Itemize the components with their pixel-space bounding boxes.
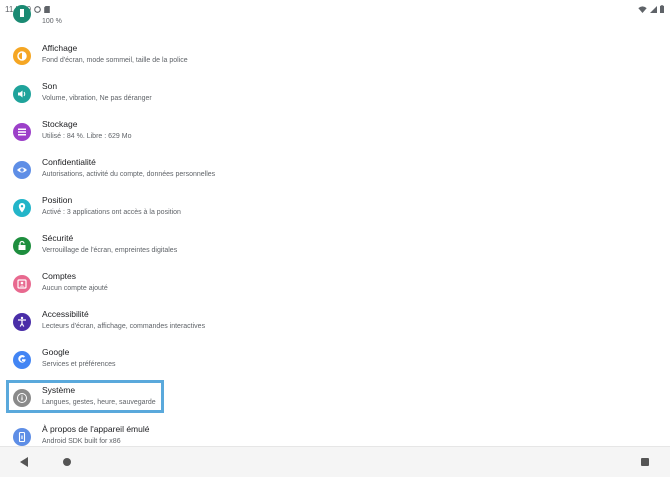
brightness-icon [13,47,31,65]
eye-icon [13,161,31,179]
settings-item-subtitle: Autorisations, activité du compte, donné… [42,171,216,178]
settings-item-title: Confidentialité [42,157,96,167]
settings-item-subtitle: Android SDK built for x86 [42,438,121,445]
accessibility-icon [13,313,31,331]
settings-item-affichage[interactable]: Affichage Fond d'écran, mode sommeil, ta… [0,37,670,75]
settings-item-comptes[interactable]: Comptes Aucun compte ajouté [0,265,670,303]
recents-icon[interactable] [641,458,649,466]
settings-item-subtitle: Activé : 3 applications ont accès à la p… [42,209,181,216]
lock-icon [13,237,31,255]
settings-item-securite[interactable]: Sécurité Verrouillage de l'écran, emprei… [0,227,670,265]
settings-item-subtitle: Aucun compte ajouté [42,285,108,292]
settings-item-title: Sécurité [42,233,74,243]
settings-item-stockage[interactable]: Stockage Utilisé : 84 %. Libre : 629 Mo [0,113,670,151]
settings-item-partial[interactable]: 100 % [0,0,670,28]
settings-item-subtitle: 100 % [42,18,62,25]
settings-item-title: Stockage [42,119,78,129]
selection-highlight [6,380,164,413]
settings-item-confidentialite[interactable]: Confidentialité Autorisations, activité … [0,151,670,189]
settings-item-google[interactable]: Google Services et préférences [0,341,670,379]
back-icon[interactable] [20,457,28,467]
settings-item-subtitle: Volume, vibration, Ne pas déranger [42,95,152,102]
phone-icon [13,428,31,446]
navigation-bar [0,446,670,477]
settings-item-title: Google [42,347,70,357]
location-icon [13,199,31,217]
volume-icon [13,85,31,103]
settings-item-accessibilite[interactable]: Accessibilité Lecteurs d'écran, affichag… [0,303,670,341]
settings-item-subtitle: Utilisé : 84 %. Libre : 629 Mo [42,133,132,140]
settings-item-subtitle: Fond d'écran, mode sommeil, taille de la… [42,57,188,64]
settings-item-subtitle: Lecteurs d'écran, affichage, commandes i… [42,323,206,330]
settings-item-title: Position [42,195,73,205]
settings-item-title: Son [42,81,58,91]
settings-item-title: Accessibilité [42,309,89,319]
account-icon [13,275,31,293]
storage-icon [13,123,31,141]
google-icon [13,351,31,369]
settings-item-position[interactable]: Position Activé : 3 applications ont acc… [0,189,670,227]
home-icon[interactable] [63,458,71,466]
settings-item-subtitle: Services et préférences [42,361,116,368]
settings-item-title: Affichage [42,43,78,53]
settings-item-title: Comptes [42,271,77,281]
battery-setting-icon [13,5,31,23]
settings-item-title: À propos de l'appareil émulé [42,424,150,434]
settings-item-son[interactable]: Son Volume, vibration, Ne pas déranger [0,75,670,113]
settings-item-subtitle: Verrouillage de l'écran, empreintes digi… [42,247,178,254]
